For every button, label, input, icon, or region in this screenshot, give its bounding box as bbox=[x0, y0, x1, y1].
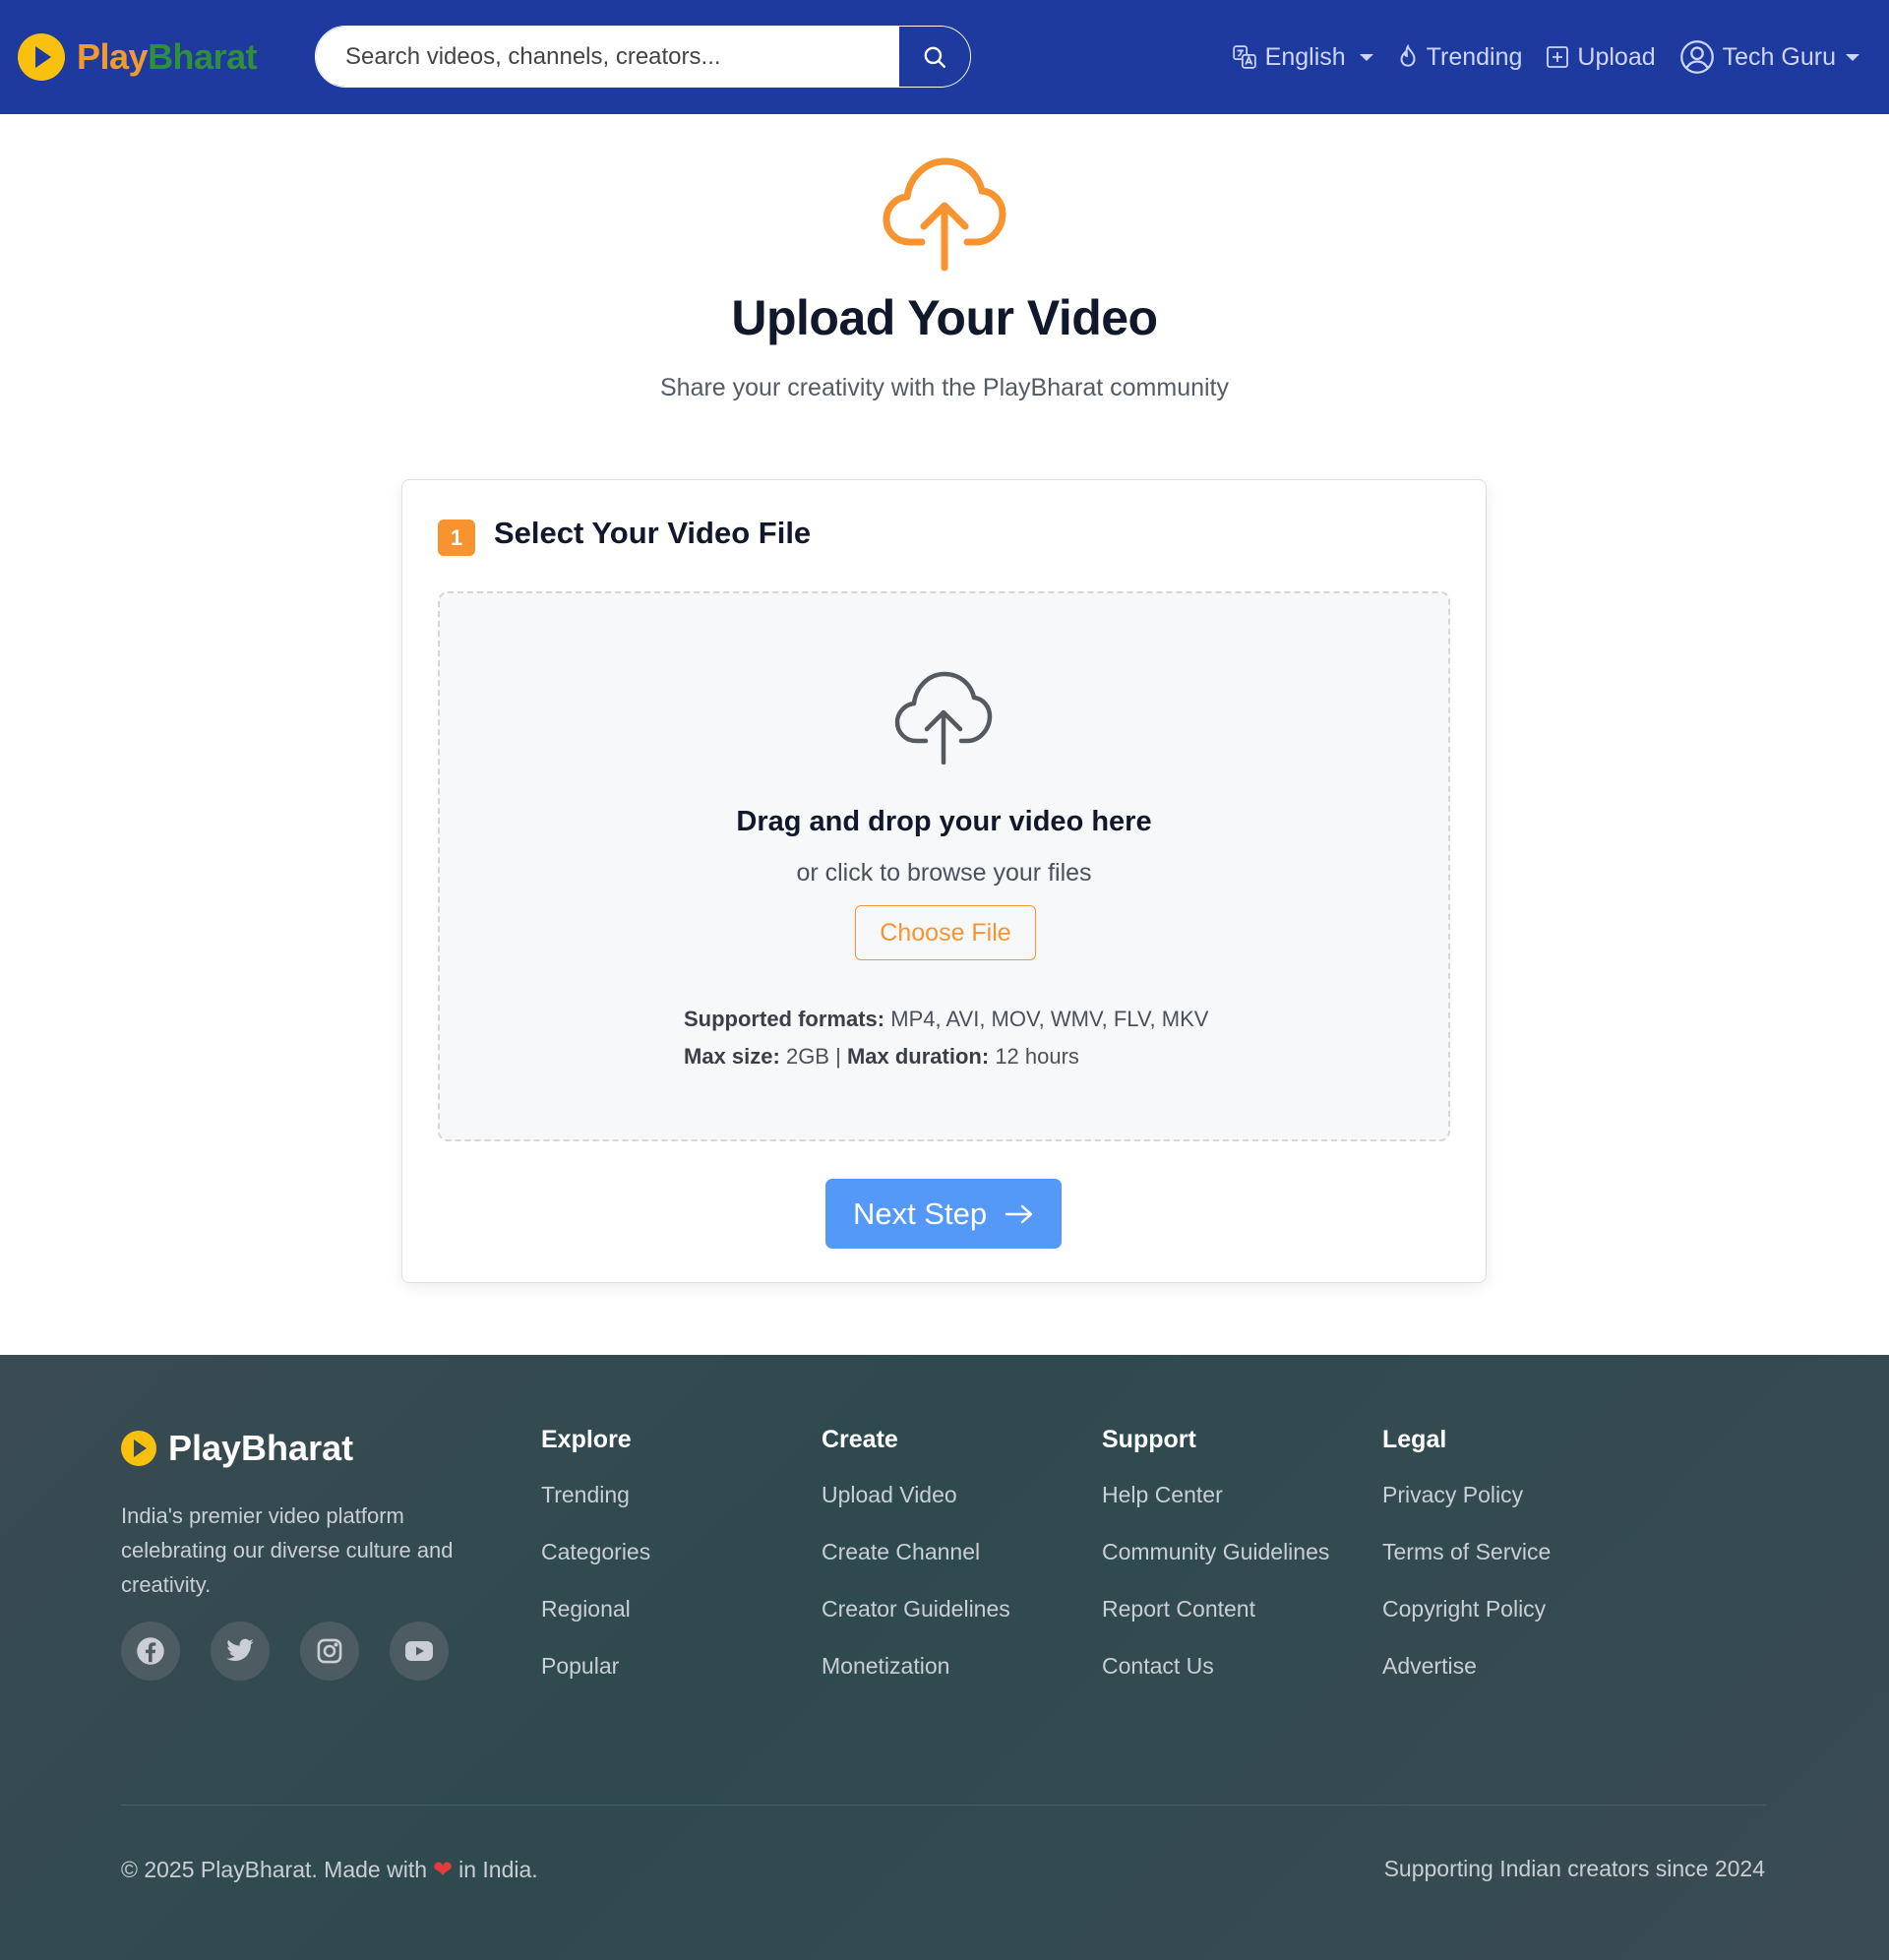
language-selector[interactable]: English bbox=[1232, 43, 1373, 72]
cloud-upload-icon bbox=[894, 671, 993, 765]
maxduration-value: 12 hours bbox=[995, 1044, 1079, 1069]
copyright-pre: © 2025 PlayBharat. Made with bbox=[121, 1857, 428, 1882]
play-logo-icon bbox=[18, 33, 65, 81]
footer-col-title: Create bbox=[822, 1426, 898, 1453]
footer-col-support: Support Help Center Community Guidelines… bbox=[1102, 1426, 1329, 1710]
formats-label: Supported formats: bbox=[684, 1007, 885, 1031]
footer-description: India's premier video platform celebrati… bbox=[121, 1503, 454, 1597]
nav-upload-label: Upload bbox=[1577, 42, 1656, 71]
footer-tagline: Supporting Indian creators since 2024 bbox=[1383, 1856, 1765, 1881]
separator: | bbox=[835, 1044, 841, 1069]
footer-link-community-guidelines[interactable]: Community Guidelines bbox=[1102, 1539, 1329, 1565]
footer-link-trending[interactable]: Trending bbox=[541, 1482, 650, 1508]
step-title: Select Your Video File bbox=[494, 516, 812, 550]
top-navbar: PlayBharat English Trending Upload Tech … bbox=[0, 0, 1889, 114]
heart-icon: ❤ bbox=[433, 1857, 454, 1883]
footer-link-popular[interactable]: Popular bbox=[541, 1653, 650, 1680]
footer-col-title: Legal bbox=[1382, 1426, 1447, 1453]
fire-icon bbox=[1400, 44, 1416, 67]
footer-link-privacy-policy[interactable]: Privacy Policy bbox=[1382, 1482, 1551, 1508]
instagram-link[interactable] bbox=[300, 1622, 359, 1681]
maxsize-label: Max size: bbox=[684, 1044, 780, 1069]
footer-link-categories[interactable]: Categories bbox=[541, 1539, 650, 1565]
footer-link-advertise[interactable]: Advertise bbox=[1382, 1653, 1551, 1680]
twitter-icon bbox=[226, 1638, 254, 1661]
nav-trending[interactable]: Trending bbox=[1397, 42, 1523, 72]
next-step-label: Next Step bbox=[852, 1195, 988, 1231]
footer-link-create-channel[interactable]: Create Channel bbox=[822, 1539, 1010, 1565]
search-bar bbox=[315, 26, 971, 88]
plus-square-icon bbox=[1547, 46, 1569, 68]
arrow-right-icon bbox=[1005, 1204, 1033, 1223]
footer-col-explore: Explore Trending Categories Regional Pop… bbox=[541, 1426, 650, 1710]
footer-col-title: Support bbox=[1102, 1426, 1196, 1453]
footer-link-copyright-policy[interactable]: Copyright Policy bbox=[1382, 1596, 1551, 1623]
footer-brand[interactable]: PlayBharat bbox=[121, 1428, 353, 1469]
footer-col-title: Explore bbox=[541, 1426, 632, 1453]
file-requirements: Supported formats: MP4, AVI, MOV, WMV, F… bbox=[684, 1001, 1208, 1075]
footer-link-upload-video[interactable]: Upload Video bbox=[822, 1482, 1010, 1508]
formats-line: Supported formats: MP4, AVI, MOV, WMV, F… bbox=[684, 1001, 1208, 1038]
search-icon bbox=[924, 46, 945, 68]
footer-divider bbox=[121, 1805, 1766, 1806]
site-footer: PlayBharat India's premier video platfor… bbox=[0, 1355, 1889, 1960]
social-links bbox=[121, 1622, 449, 1681]
choose-file-button[interactable]: Choose File bbox=[855, 905, 1036, 960]
footer-brand-name: PlayBharat bbox=[168, 1428, 354, 1468]
footer-link-help-center[interactable]: Help Center bbox=[1102, 1482, 1329, 1508]
footer-col-legal: Legal Privacy Policy Terms of Service Co… bbox=[1382, 1426, 1551, 1710]
footer-link-report-content[interactable]: Report Content bbox=[1102, 1596, 1329, 1623]
youtube-icon bbox=[405, 1641, 433, 1661]
dropzone-subtitle: or click to browse your files bbox=[796, 859, 1092, 887]
nav-upload[interactable]: Upload bbox=[1546, 42, 1656, 72]
brand-name: PlayBharat bbox=[77, 36, 258, 77]
brand-logo[interactable]: PlayBharat bbox=[18, 32, 258, 82]
youtube-link[interactable] bbox=[390, 1622, 449, 1681]
chevron-down-icon bbox=[1359, 53, 1373, 61]
maxsize-value: 2GB bbox=[785, 1044, 829, 1069]
maxduration-label: Max duration: bbox=[846, 1044, 990, 1069]
footer-col-create: Create Upload Video Create Channel Creat… bbox=[822, 1426, 1010, 1710]
search-input[interactable] bbox=[316, 27, 898, 87]
search-button[interactable] bbox=[898, 27, 970, 87]
video-dropzone[interactable]: Drag and drop your video here or click t… bbox=[438, 591, 1450, 1141]
play-logo-icon bbox=[121, 1431, 156, 1466]
footer-link-terms-of-service[interactable]: Terms of Service bbox=[1382, 1539, 1551, 1565]
translate-icon bbox=[1232, 45, 1256, 69]
user-name: Tech Guru bbox=[1722, 42, 1836, 71]
limits-line: Max size: 2GB | Max duration: 12 hours bbox=[684, 1038, 1208, 1075]
footer-link-creator-guidelines[interactable]: Creator Guidelines bbox=[822, 1596, 1010, 1623]
cloud-upload-icon bbox=[883, 157, 1006, 272]
user-menu[interactable]: Tech Guru bbox=[1679, 39, 1859, 75]
formats-value: MP4, AVI, MOV, WMV, FLV, MKV bbox=[890, 1007, 1209, 1031]
header-nav: English Trending Upload Tech Guru bbox=[1232, 30, 1859, 85]
footer-link-monetization[interactable]: Monetization bbox=[822, 1653, 1010, 1680]
language-label: English bbox=[1264, 42, 1346, 71]
user-avatar-icon bbox=[1679, 40, 1714, 74]
nav-trending-label: Trending bbox=[1426, 42, 1523, 71]
next-step-button[interactable]: Next Step bbox=[825, 1179, 1062, 1249]
copyright-post: in India. bbox=[458, 1857, 538, 1882]
instagram-icon bbox=[317, 1638, 342, 1664]
dropzone-title: Drag and drop your video here bbox=[736, 806, 1152, 837]
facebook-icon bbox=[137, 1637, 164, 1665]
footer-link-contact-us[interactable]: Contact Us bbox=[1102, 1653, 1329, 1680]
page-title: Upload Your Video bbox=[731, 290, 1158, 345]
twitter-link[interactable] bbox=[211, 1622, 270, 1681]
step-number-badge: 1 bbox=[438, 520, 475, 556]
upload-card: 1 Select Your Video File Drag and drop y… bbox=[401, 479, 1487, 1283]
footer-copyright: © 2025 PlayBharat. Made with ❤ in India. bbox=[121, 1856, 538, 1884]
page-subtitle: Share your creativity with the PlayBhara… bbox=[659, 374, 1229, 401]
chevron-down-icon bbox=[1846, 53, 1859, 61]
facebook-link[interactable] bbox=[121, 1622, 180, 1681]
footer-link-regional[interactable]: Regional bbox=[541, 1596, 650, 1623]
